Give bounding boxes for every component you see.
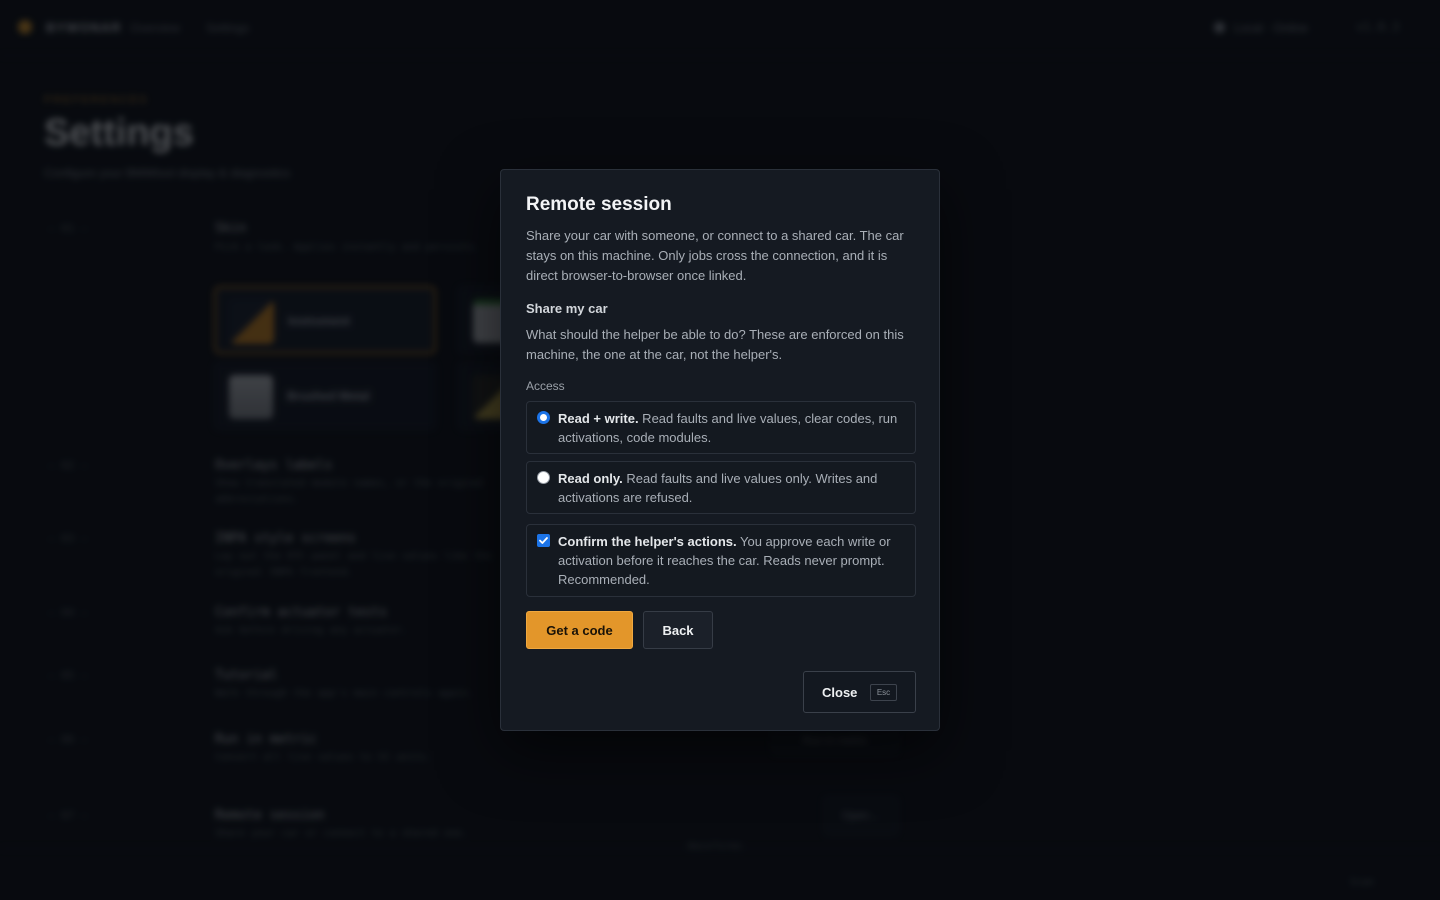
option-text: Read + write. Read faults and live value… (558, 409, 903, 447)
option-title: Read + write. (558, 411, 639, 426)
get-a-code-button[interactable]: Get a code (526, 611, 633, 649)
remote-session-dialog: Remote session Share your car with someo… (500, 169, 940, 731)
option-text: Confirm the helper's actions. You approv… (558, 532, 903, 589)
access-option-read-only[interactable]: Read only. Read faults and live values o… (526, 461, 916, 514)
dialog-intro: Share your car with someone, or connect … (526, 228, 904, 283)
access-option-read-write[interactable]: Read + write. Read faults and live value… (526, 401, 916, 454)
close-button[interactable]: Close Esc (803, 671, 916, 713)
checkmark-icon (539, 537, 548, 544)
back-button[interactable]: Back (643, 611, 713, 649)
access-label: Access (526, 379, 565, 393)
share-section-title: Share my car (526, 301, 608, 316)
close-button-label: Close (822, 685, 858, 700)
confirm-actions-option[interactable]: Confirm the helper's actions. You approv… (526, 524, 916, 597)
dialog-title: Remote session (526, 194, 672, 215)
option-text: Read only. Read faults and live values o… (558, 469, 903, 507)
radio-read-only[interactable] (537, 471, 550, 484)
share-section-description: What should the helper be able to do? Th… (526, 327, 904, 362)
confirm-actions-checkbox[interactable] (537, 534, 550, 547)
option-title: Read only. (558, 471, 623, 486)
esc-shortcut-hint: Esc (870, 684, 897, 701)
radio-read-write[interactable] (537, 411, 550, 424)
option-title: Confirm the helper's actions. (558, 534, 737, 549)
